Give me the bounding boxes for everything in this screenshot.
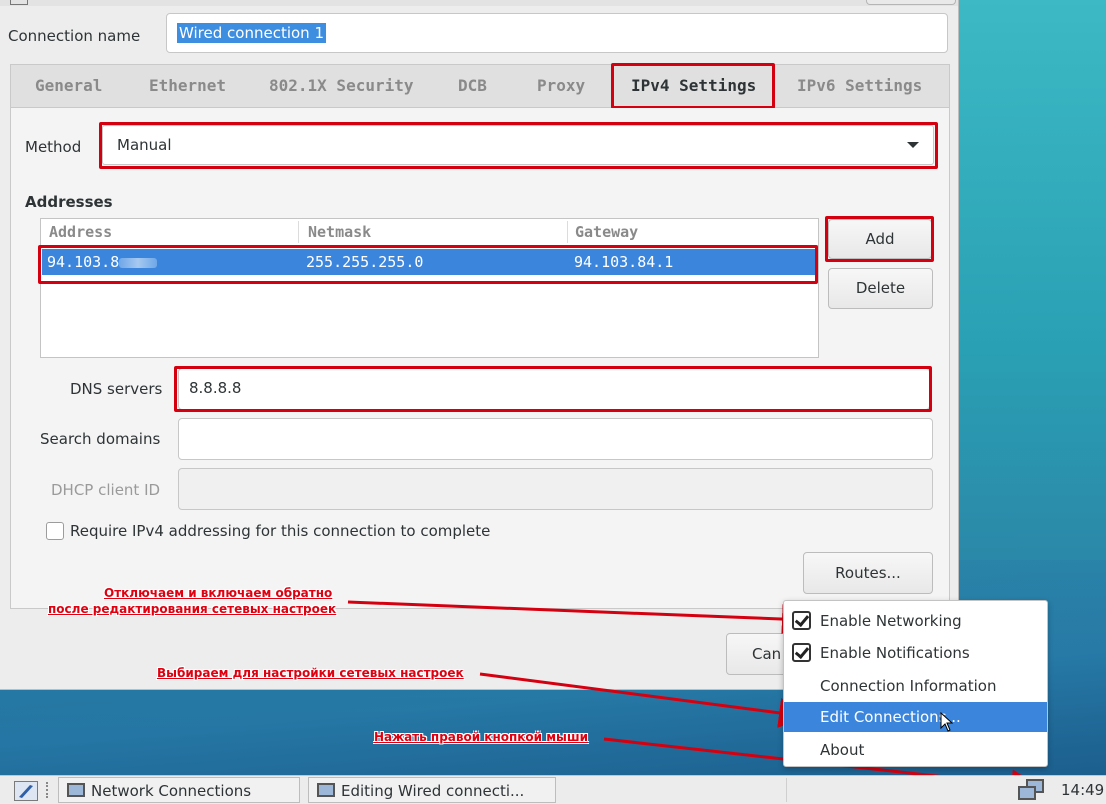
- task-network-connections[interactable]: Network Connections: [58, 777, 300, 803]
- network-window-icon: [317, 783, 335, 797]
- menu-item-about[interactable]: About: [784, 735, 1047, 765]
- menu-item-enable-notifications[interactable]: Enable Notifications: [784, 638, 1047, 668]
- menu-item-edit-connections[interactable]: Edit Connections...: [784, 702, 1047, 732]
- checkbox-checked-icon: [792, 643, 811, 662]
- annotation-right-click: Нажать правой кнопкой мыши: [374, 730, 589, 744]
- taskbar: Network Connections Editing Wired connec…: [0, 775, 1106, 804]
- arrow-to-edit-connections: [479, 672, 809, 728]
- checkbox-checked-icon: [792, 611, 811, 630]
- menu-item-label: Enable Networking: [820, 612, 962, 630]
- task-label: Editing Wired connecti...: [341, 782, 525, 800]
- network-tray-menu: Enable Networking Enable Notifications C…: [783, 600, 1048, 767]
- start-menu-icon[interactable]: [14, 781, 38, 801]
- network-tray-icon[interactable]: [1018, 779, 1048, 801]
- menu-item-enable-networking[interactable]: Enable Networking: [784, 606, 1047, 636]
- mouse-cursor-icon: [940, 712, 954, 732]
- taskbar-divider: [786, 778, 787, 802]
- menu-item-label: Connection Information: [820, 677, 997, 695]
- annotation-networking-line1: Отключаем и включаем обратно: [104, 586, 333, 600]
- taskbar-separator: [46, 782, 51, 798]
- task-label: Network Connections: [91, 782, 252, 800]
- menu-item-connection-information[interactable]: Connection Information: [784, 671, 1047, 701]
- clock[interactable]: 14:49: [1061, 781, 1104, 799]
- arrow-to-enable-networking: [347, 600, 812, 635]
- start-menu-glyph: [19, 785, 33, 798]
- annotation-edit-connections: Выбираем для настройки сетевых настроек: [157, 666, 464, 680]
- menu-item-label: Enable Notifications: [820, 644, 970, 662]
- task-editing-wired-connection[interactable]: Editing Wired connecti...: [308, 777, 556, 803]
- menu-item-label: About: [820, 741, 865, 759]
- annotation-networking-line2: после редактирования сетевых настроек: [48, 602, 337, 616]
- network-window-icon: [67, 783, 85, 797]
- network-monitor-icon: [1018, 786, 1036, 800]
